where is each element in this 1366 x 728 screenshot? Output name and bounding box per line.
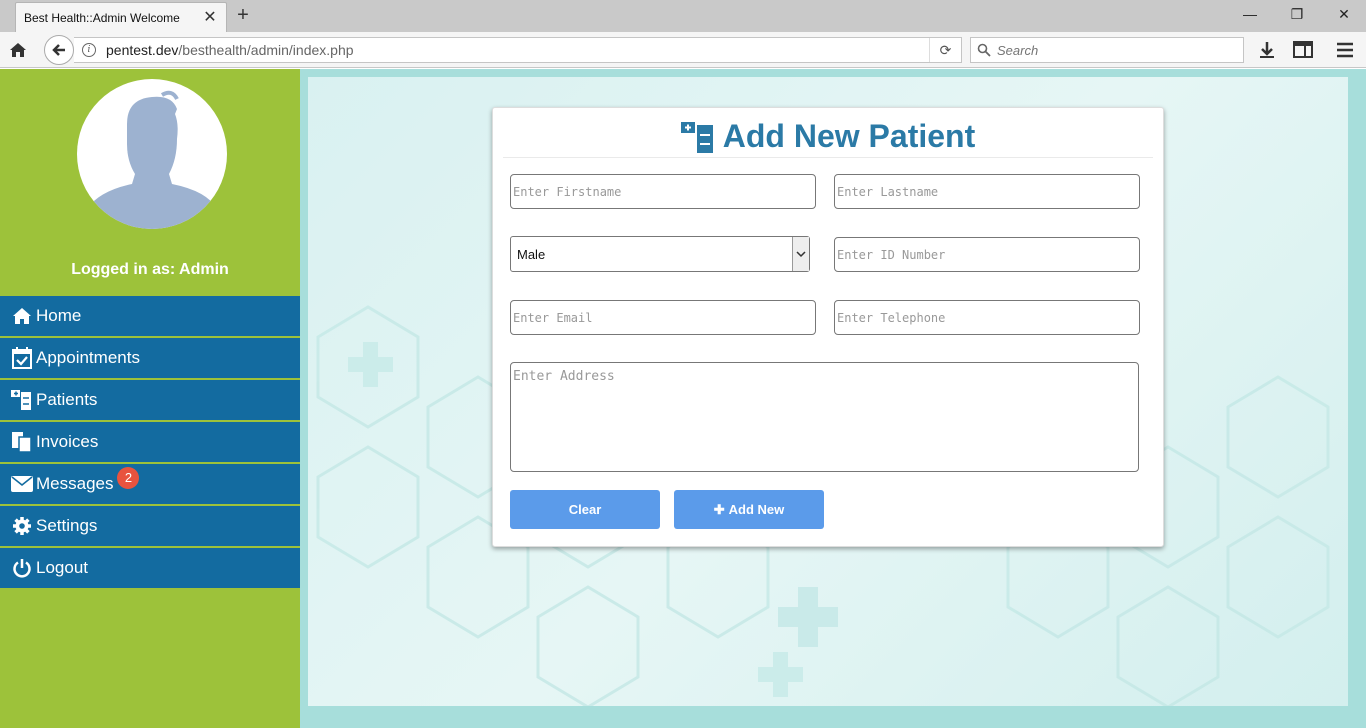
sidebar: Logged in as: Admin Home Appointments Pa… [0, 69, 300, 728]
site-info-icon[interactable]: i [82, 43, 96, 57]
sidebar-item-label: Messages [36, 474, 114, 493]
lastname-input[interactable] [837, 184, 1139, 199]
sidebar-menu: Home Appointments Patients Invoices Mess… [0, 296, 300, 590]
add-new-button-label: Add New [728, 502, 785, 517]
id-number-field[interactable] [834, 237, 1140, 272]
messages-count-badge: 2 [117, 467, 140, 489]
url-host: pentest.dev [106, 42, 179, 58]
browser-navbar: i pentest.dev/besthealth/admin/index.php… [0, 32, 1366, 68]
search-icon [977, 43, 991, 57]
clear-button[interactable]: Clear [510, 490, 660, 529]
restore-icon[interactable]: ❐ [1287, 4, 1307, 24]
search-input[interactable] [997, 42, 1227, 58]
sidebar-item-label: Patients [36, 390, 98, 409]
home-icon[interactable] [8, 40, 28, 60]
gender-selected-value: Male [517, 246, 546, 262]
chevron-down-icon[interactable] [792, 237, 809, 271]
telephone-field[interactable] [834, 300, 1140, 335]
firstname-input[interactable] [513, 184, 815, 199]
id-number-input[interactable] [837, 247, 1139, 262]
sidebar-item-label: Appointments [36, 348, 140, 367]
patients-icon [680, 121, 713, 153]
sidebar-item-home[interactable]: Home [0, 296, 300, 338]
add-new-button[interactable]: ✚ Add New [674, 490, 824, 529]
sidebar-item-logout[interactable]: Logout [0, 548, 300, 590]
sidebar-item-appointments[interactable]: Appointments [0, 338, 300, 380]
sidebar-item-label: Home [36, 306, 82, 325]
sidebar-item-settings[interactable]: Settings [0, 506, 300, 548]
url-bar[interactable]: i pentest.dev/besthealth/admin/index.php… [74, 37, 962, 63]
reload-icon[interactable]: ⟳ [929, 38, 961, 62]
telephone-input[interactable] [837, 310, 1139, 325]
download-icon[interactable] [1256, 40, 1278, 60]
plus-icon: ✚ [713, 501, 725, 517]
sidebar-item-messages[interactable]: Messages 2 [0, 464, 300, 506]
lastname-field[interactable] [834, 174, 1140, 209]
form-title-text: Add New Patient [722, 118, 976, 154]
gender-select[interactable]: Male [510, 236, 810, 272]
search-bar[interactable] [970, 37, 1244, 63]
back-button[interactable] [44, 35, 74, 65]
calendar-check-icon [11, 347, 33, 369]
menu-icon[interactable] [1334, 40, 1356, 60]
address-placeholder: Enter Address [513, 369, 615, 384]
power-icon [11, 557, 33, 579]
invoices-icon [11, 431, 33, 453]
address-textarea[interactable]: Enter Address [510, 362, 1139, 472]
sidebar-toggle-icon[interactable] [1292, 40, 1314, 60]
gear-icon [11, 515, 33, 537]
url-path: /besthealth/admin/index.php [178, 42, 354, 58]
back-arrow-icon [52, 44, 65, 56]
browser-tabbar: Best Health::Admin Welcome ✕ + — ❐ ✕ [0, 0, 1366, 32]
add-patient-card: Add New Patient Male Enter Address Clea [492, 107, 1164, 547]
new-tab-icon[interactable]: + [233, 4, 253, 26]
email-field[interactable] [510, 300, 816, 335]
patients-icon [11, 389, 33, 411]
close-tab-icon[interactable]: ✕ [200, 7, 220, 27]
envelope-icon [11, 473, 33, 495]
email-input[interactable] [513, 310, 815, 325]
sidebar-item-label: Logout [36, 558, 88, 577]
close-window-icon[interactable]: ✕ [1334, 4, 1354, 24]
sidebar-item-invoices[interactable]: Invoices [0, 422, 300, 464]
minimize-icon[interactable]: — [1240, 4, 1260, 24]
avatar [77, 79, 227, 229]
user-silhouette-icon [87, 90, 217, 229]
sidebar-item-label: Invoices [36, 432, 99, 451]
form-title: Add New Patient [503, 116, 1153, 158]
sidebar-item-label: Settings [36, 516, 98, 535]
main-content: Add New Patient Male Enter Address Clea [300, 69, 1366, 728]
home-icon [11, 305, 33, 327]
sidebar-item-patients[interactable]: Patients [0, 380, 300, 422]
firstname-field[interactable] [510, 174, 816, 209]
clear-button-label: Clear [568, 502, 602, 517]
browser-tab[interactable]: Best Health::Admin Welcome ✕ [15, 2, 227, 32]
tab-title: Best Health::Admin Welcome [24, 10, 180, 25]
logged-in-label: Logged in as: Admin [71, 261, 229, 278]
